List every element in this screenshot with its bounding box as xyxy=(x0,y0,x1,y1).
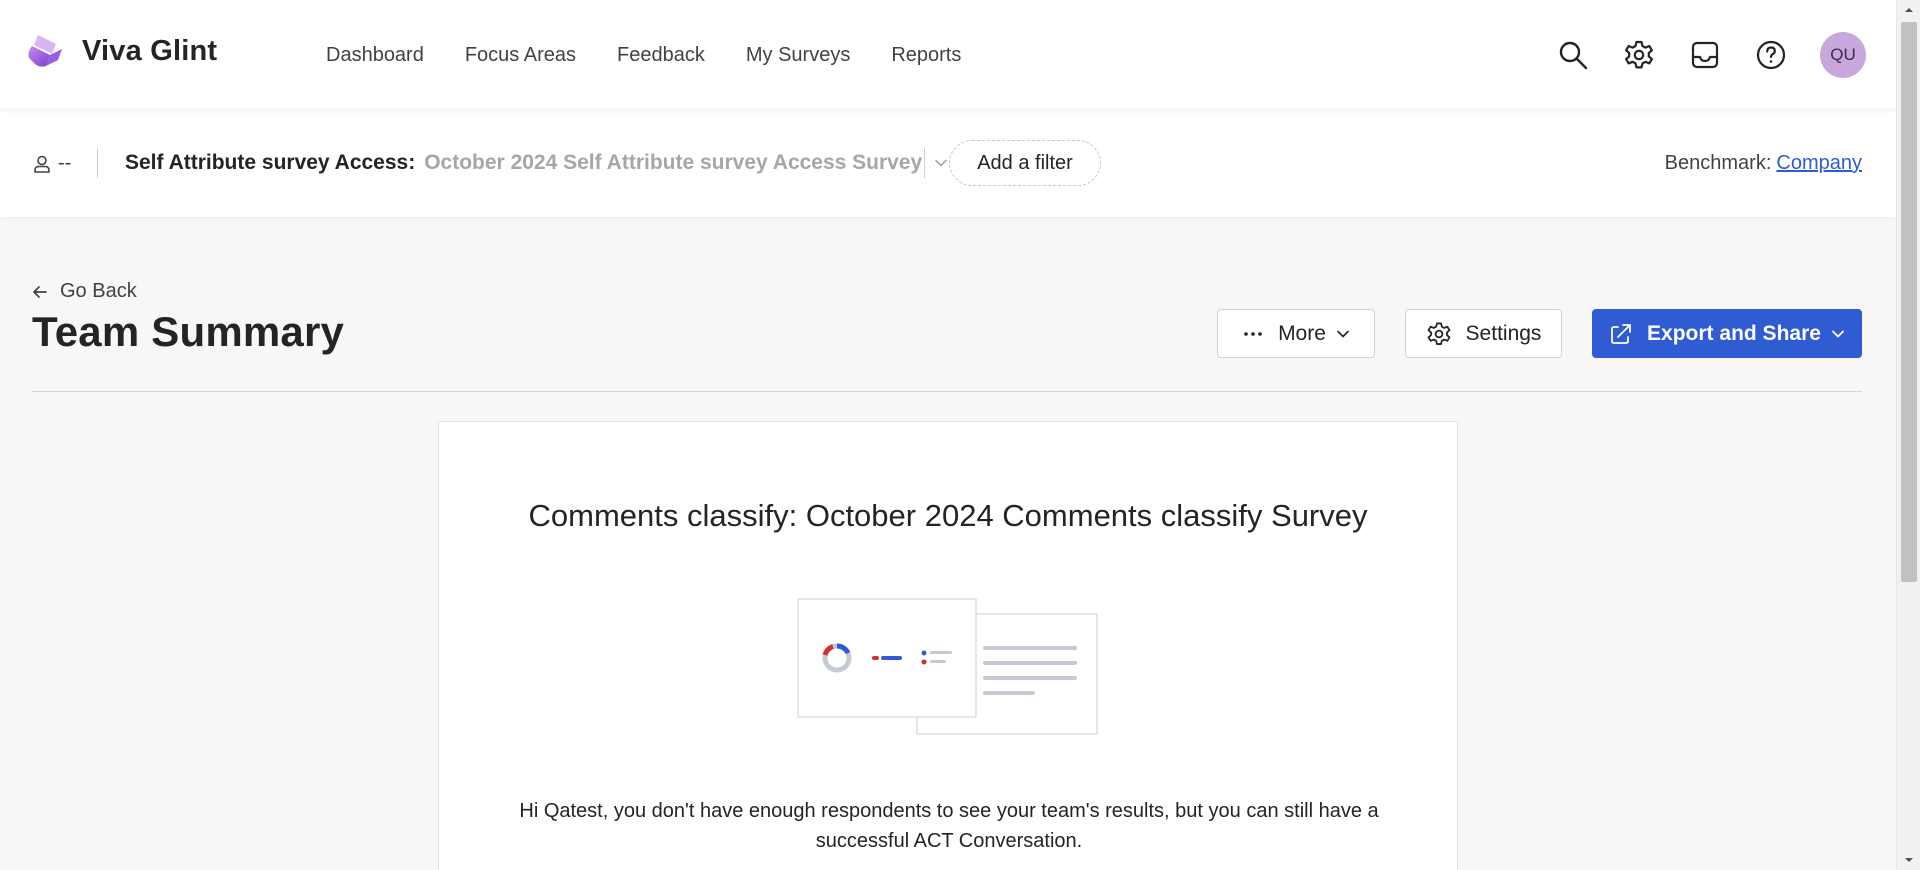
more-button[interactable]: More xyxy=(1217,309,1375,358)
add-filter-button[interactable]: Add a filter xyxy=(949,140,1101,186)
main-nav: Dashboard Focus Areas Feedback My Survey… xyxy=(326,44,1002,67)
scroll-up-arrow-icon[interactable] xyxy=(1897,0,1920,20)
viva-glint-logo-icon xyxy=(28,35,62,67)
export-button-label: Export and Share xyxy=(1647,321,1821,345)
survey-filter-label: Self Attribute survey Access: xyxy=(125,151,416,174)
report-illustration-icon xyxy=(797,598,1098,735)
header-divider xyxy=(32,391,1862,392)
nav-dashboard[interactable]: Dashboard xyxy=(326,44,424,67)
arrow-left-icon xyxy=(33,285,47,298)
go-back-label: Go Back xyxy=(60,280,137,302)
export-and-share-button[interactable]: Export and Share xyxy=(1592,309,1862,358)
benchmark-label: Benchmark: xyxy=(1664,152,1772,174)
nav-my-surveys[interactable]: My Surveys xyxy=(746,44,850,67)
chevron-down-icon xyxy=(1832,330,1844,337)
settings-button-label: Settings xyxy=(1465,321,1542,345)
more-horizontal-icon xyxy=(1244,331,1262,336)
help-icon[interactable] xyxy=(1754,38,1788,72)
app-name: Viva Glint xyxy=(82,34,218,67)
go-back-link[interactable]: Go Back xyxy=(32,280,137,303)
user-filter-value: -- xyxy=(58,152,72,174)
header-actions: QU xyxy=(1524,32,1866,78)
card-message: Hi Qatest, you don't have enough respond… xyxy=(519,800,1379,852)
survey-filter-value: October 2024 Self Attribute survey Acces… xyxy=(424,151,923,174)
avatar[interactable]: QU xyxy=(1820,32,1866,78)
benchmark-link[interactable]: Company xyxy=(1776,152,1862,174)
scroll-down-arrow-icon[interactable] xyxy=(1897,850,1920,870)
settings-button[interactable]: Settings xyxy=(1405,309,1562,358)
brand[interactable]: Viva Glint xyxy=(26,32,217,70)
more-button-label: More xyxy=(1278,321,1326,345)
benchmark: Benchmark: Company xyxy=(1665,152,1862,175)
person-icon xyxy=(34,155,50,173)
summary-card: Comments classify: October 2024 Comments… xyxy=(438,421,1458,870)
share-icon xyxy=(1611,323,1631,344)
chevron-down-icon xyxy=(935,159,948,167)
nav-focus-areas[interactable]: Focus Areas xyxy=(465,44,576,67)
survey-filter-dropdown[interactable]: Self Attribute survey Access: October 20… xyxy=(125,151,948,175)
top-navigation-bar: Viva Glint Dashboard Focus Areas Feedbac… xyxy=(0,0,1896,108)
filter-bar: -- Self Attribute survey Access: October… xyxy=(0,108,1896,217)
inbox-icon[interactable] xyxy=(1688,38,1722,72)
chevron-down-icon xyxy=(1337,330,1349,337)
card-title: Comments classify: October 2024 Comments… xyxy=(528,498,1368,533)
scrollbar-thumb[interactable] xyxy=(1901,22,1917,582)
user-filter[interactable]: -- xyxy=(32,152,71,175)
nav-feedback[interactable]: Feedback xyxy=(617,44,705,67)
gear-icon xyxy=(1427,322,1450,345)
search-icon[interactable] xyxy=(1556,38,1590,72)
gear-icon[interactable] xyxy=(1622,38,1656,72)
nav-reports[interactable]: Reports xyxy=(891,44,961,67)
vertical-scrollbar[interactable] xyxy=(1896,0,1920,870)
divider xyxy=(97,148,98,178)
divider xyxy=(924,148,925,178)
page-title: Team Summary xyxy=(32,308,345,355)
